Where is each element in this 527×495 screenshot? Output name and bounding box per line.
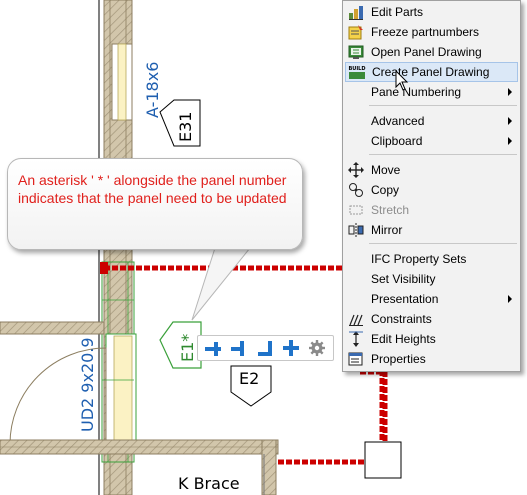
tag-e31-label: E31 (176, 111, 195, 142)
callout-pointer (191, 247, 252, 321)
menu-item-constraints[interactable]: Constraints (345, 309, 518, 329)
bottom-label: K Brace (178, 474, 240, 493)
wall-label: A-18x6 (143, 61, 162, 118)
submenu-arrow-icon (508, 117, 512, 125)
menu-item-properties[interactable]: Properties (345, 349, 518, 369)
attach-corner-icon[interactable] (255, 338, 275, 358)
properties-icon (346, 349, 366, 369)
move-icon (346, 160, 366, 180)
wall-horizontal-left (0, 321, 105, 335)
menu-item-stretch[interactable]: Stretch (345, 200, 518, 220)
submenu-arrow-icon (508, 295, 512, 303)
menu-item-advanced[interactable]: Advanced (345, 111, 518, 131)
menu-item-create-panel-drawing[interactable]: BUILD Create Panel Drawing (345, 62, 518, 82)
callout-text: An asterisk ' * ' alongside the panel nu… (18, 172, 287, 206)
menu-item-presentation[interactable]: Presentation (345, 289, 518, 309)
constraints-icon (346, 309, 366, 329)
callout-balloon: An asterisk ' * ' alongside the panel nu… (7, 158, 303, 250)
menu-item-edit-parts[interactable]: Edit Parts (345, 2, 518, 22)
column-marker (364, 441, 402, 479)
attach-center-icon[interactable] (229, 338, 249, 358)
mouse-cursor-icon (395, 70, 409, 91)
mirror-icon (346, 220, 366, 240)
freeze-icon (346, 22, 366, 42)
menu-item-mirror[interactable]: Mirror (345, 220, 518, 240)
copy-icon (346, 180, 366, 200)
tag-e2-label: E2 (239, 369, 260, 388)
tag-e1-label[interactable]: E1* (178, 334, 197, 362)
menu-item-clipboard[interactable]: Clipboard (345, 131, 518, 151)
menu-item-open-panel-drawing[interactable]: Open Panel Drawing (345, 42, 518, 62)
panel-mini-toolbar (197, 335, 334, 361)
submenu-arrow-icon (508, 88, 512, 96)
menu-item-ifc-property-sets[interactable]: IFC Property Sets (345, 249, 518, 269)
attach-left-icon[interactable] (203, 338, 223, 358)
edit-parts-icon (346, 2, 366, 22)
menu-item-freeze-partnumbers[interactable]: Freeze partnumbers (345, 22, 518, 42)
build-icon: BUILD (347, 62, 367, 82)
submenu-arrow-icon (508, 137, 512, 145)
context-menu: Edit Parts Freeze partnumbers Open Panel… (342, 0, 521, 372)
menu-item-move[interactable]: Move (345, 160, 518, 180)
edit-heights-icon (346, 329, 366, 349)
open-drawing-icon (346, 42, 366, 62)
menu-separator (369, 105, 517, 106)
menu-item-pane-numbering[interactable]: Pane Numbering (345, 82, 518, 102)
menu-separator (369, 154, 517, 155)
attach-cross-icon[interactable] (281, 338, 301, 358)
stretch-icon (346, 200, 366, 220)
menu-item-set-visibility[interactable]: Set Visibility (345, 269, 518, 289)
menu-separator (369, 243, 517, 244)
svg-text:BUILD: BUILD (348, 66, 365, 72)
menu-item-copy[interactable]: Copy (345, 180, 518, 200)
gear-icon[interactable] (307, 338, 327, 358)
door-label: UD2 9x20.9 (78, 337, 97, 432)
menu-item-edit-heights[interactable]: Edit Heights (345, 329, 518, 349)
